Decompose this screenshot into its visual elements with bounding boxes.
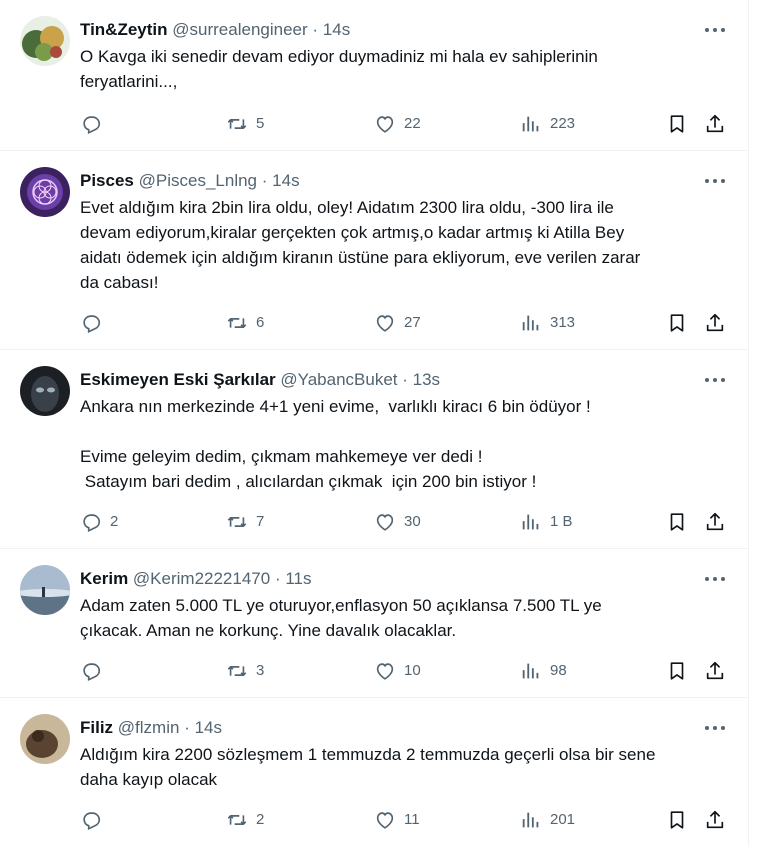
reply-icon [83,514,101,533]
tweet-header: Kerim @Kerim22221470 · 11s [80,567,312,591]
tweet-header: Pisces @Pisces_Lnlng · 14s [80,169,300,193]
tweet[interactable]: Eskimeyen Eski Şarkılar @YabancBuket · 1… [0,350,748,549]
separator: · [261,171,268,190]
like-count: 22 [404,115,421,132]
tweet-text: Aldığım kira 2200 sözleşmem 1 temmuzda 2… [80,745,656,789]
tweet-header: Tin&Zeytin @surrealengineer · 14s [80,18,350,42]
tweet-header: Filiz @flzmin · 14s [80,716,222,740]
more-icon[interactable] [703,18,727,42]
retweet-count: 2 [256,811,265,828]
timestamp[interactable]: 14s [323,20,350,39]
tweet[interactable]: Pisces @Pisces_Lnlng · 14s Evet aldığım … [0,151,748,350]
more-icon[interactable] [703,567,727,591]
share-icon[interactable] [704,113,726,135]
user-handle[interactable]: @YabancBuket [280,370,397,389]
reply-icon [83,812,101,831]
timestamp[interactable]: 14s [195,718,222,737]
views-count: 201 [550,811,576,828]
timeline: Tin&Zeytin @surrealengineer · 14s O Kavg… [0,0,749,846]
tweet-text: Evet aldığım kira 2bin lira oldu, oley! … [80,198,641,292]
like-count: 10 [404,662,421,679]
more-icon[interactable] [703,716,727,740]
retweet-icon [227,666,247,676]
reply-icon [83,315,101,334]
user-handle[interactable]: @flzmin [118,718,180,737]
retweet-icon [227,119,247,129]
more-icon[interactable] [703,368,727,392]
reply-icon [83,116,101,135]
avatar[interactable] [20,714,70,764]
timestamp[interactable]: 11s [285,569,311,588]
tweet-text: Adam zaten 5.000 TL ye oturuyor,enflasyo… [80,596,602,640]
retweet-icon [227,318,247,328]
retweet-icon [227,517,247,527]
views-count: 1 B [550,513,573,530]
separator: · [274,569,281,588]
like-count: 11 [404,811,420,828]
views-icon [522,812,539,828]
retweet-count: 5 [256,115,265,132]
display-name[interactable]: Filiz [80,718,113,737]
display-name[interactable]: Tin&Zeytin [80,20,168,39]
separator: · [402,370,408,389]
separator: · [312,20,319,39]
tweet-text: O Kavga iki senedir devam ediyor duymadi… [80,47,598,91]
separator: · [184,718,190,737]
views-icon [522,315,539,331]
views-count: 223 [550,115,576,132]
bookmark-icon[interactable] [666,511,688,533]
like-count: 27 [404,314,421,331]
views-count: 98 [550,662,567,679]
timestamp[interactable]: 13s [413,370,440,389]
bookmark-icon[interactable] [666,809,688,831]
like-icon [376,116,394,133]
share-icon[interactable] [704,312,726,334]
avatar[interactable] [20,366,70,416]
like-icon [376,315,394,332]
display-name[interactable]: Eskimeyen Eski Şarkılar [80,370,276,389]
reply-count: 2 [110,513,119,530]
share-icon[interactable] [704,660,726,682]
retweet-count: 7 [256,513,265,530]
retweet-count: 3 [256,662,265,679]
display-name[interactable]: Pisces [80,171,134,190]
share-icon[interactable] [704,809,726,831]
retweet-count: 6 [256,314,265,331]
views-icon [522,663,539,679]
avatar[interactable] [20,565,70,615]
views-icon [522,514,539,530]
bookmark-icon[interactable] [666,113,688,135]
more-icon[interactable] [703,169,727,193]
views-count: 313 [550,314,576,331]
bookmark-icon[interactable] [666,312,688,334]
tweet[interactable]: Tin&Zeytin @surrealengineer · 14s O Kavg… [0,0,748,151]
like-icon [376,514,394,531]
bookmark-icon[interactable] [666,660,688,682]
tweet[interactable]: Filiz @flzmin · 14s Aldığım kira 2200 sö… [0,698,748,846]
avatar[interactable] [20,16,70,66]
reply-icon [83,663,101,682]
user-handle[interactable]: @surrealengineer [172,20,307,39]
display-name[interactable]: Kerim [80,569,128,588]
user-handle[interactable]: @Kerim22221470 [133,569,270,588]
timestamp[interactable]: 14s [272,171,299,190]
share-icon[interactable] [704,511,726,533]
like-icon [376,812,394,829]
tweet-header: Eskimeyen Eski Şarkılar @YabancBuket · 1… [80,368,440,392]
avatar[interactable] [20,167,70,217]
like-count: 30 [404,513,421,530]
like-icon [376,663,394,680]
retweet-icon [227,815,247,825]
tweet-text: Ankara nın merkezinde 4+1 yeni evime, va… [80,397,591,491]
views-icon [522,116,539,132]
user-handle[interactable]: @Pisces_Lnlng [139,171,257,190]
tweet[interactable]: Kerim @Kerim22221470 · 11s Adam zaten 5.… [0,549,748,698]
